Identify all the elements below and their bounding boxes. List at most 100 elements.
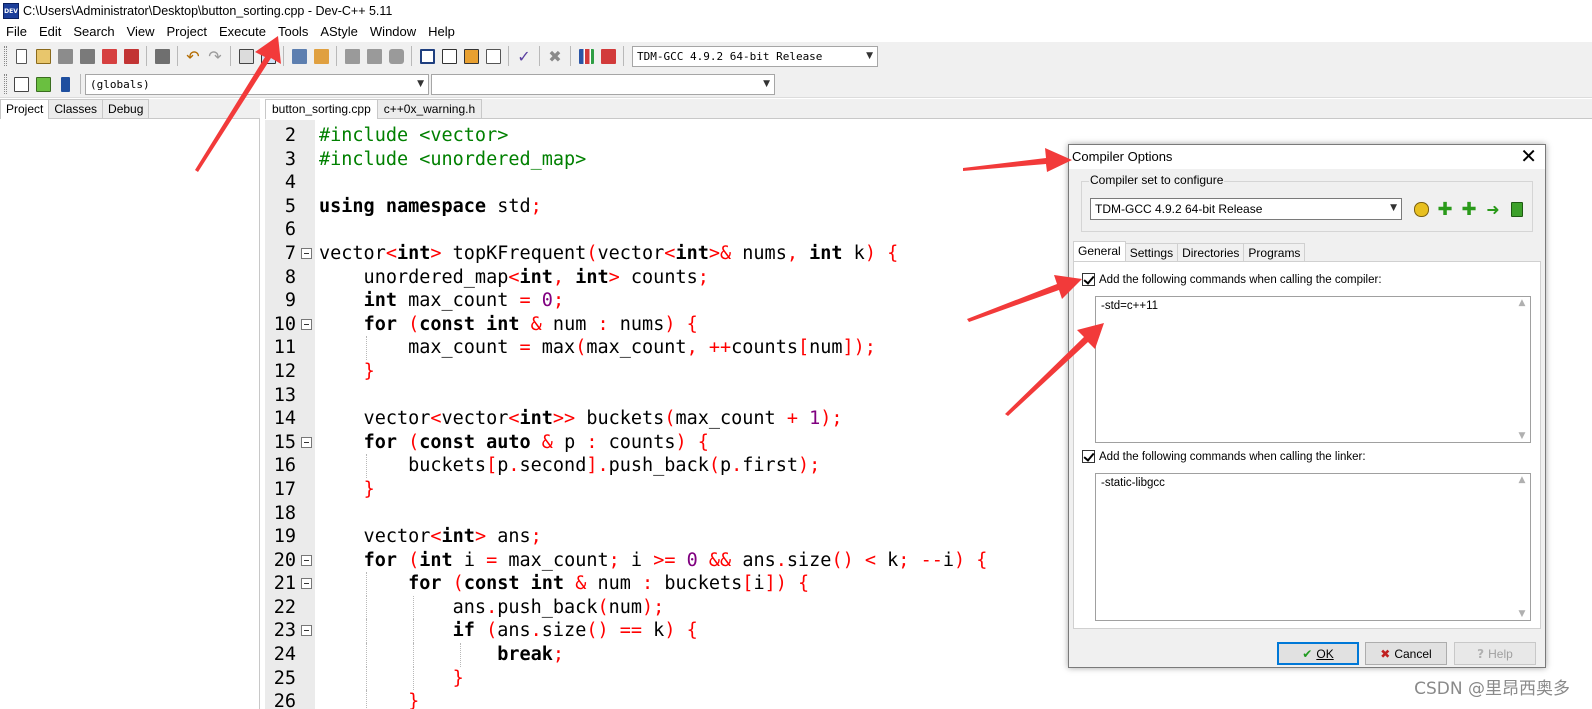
menu-astyle[interactable]: AStyle: [314, 22, 364, 42]
menu-help[interactable]: Help: [422, 22, 461, 42]
tab-debug[interactable]: Debug: [102, 99, 150, 118]
rename-compiler-button[interactable]: ➜: [1483, 199, 1503, 219]
print-button[interactable]: [152, 46, 172, 66]
code-token: }: [363, 360, 375, 382]
code-line[interactable]: 26 }: [274, 690, 1589, 709]
code-line[interactable]: 25 }: [274, 666, 1589, 691]
compiler-set-select[interactable]: TDM-GCC 4.9.2 64-bit Release ▼: [1090, 198, 1402, 220]
fold-toggle-icon[interactable]: [301, 578, 312, 590]
close-icon[interactable]: ✕: [1520, 146, 1537, 166]
code-token: ==: [619, 620, 643, 642]
goto-line-button[interactable]: [33, 74, 53, 94]
menu-tools[interactable]: Tools: [272, 22, 314, 42]
open-file-button[interactable]: [33, 46, 53, 66]
menu-execute[interactable]: Execute: [213, 22, 272, 42]
unindent-button[interactable]: [311, 46, 331, 66]
linker-commands-checkbox[interactable]: [1082, 450, 1095, 463]
code-token: ;: [552, 290, 565, 312]
add-compiler-button[interactable]: ✚: [1435, 199, 1455, 220]
code-token: {: [976, 549, 988, 571]
compiler-commands-checkbox[interactable]: [1082, 273, 1095, 286]
save-button[interactable]: [55, 46, 75, 66]
close-file-button[interactable]: [99, 46, 119, 66]
rename-arrow-icon: ➜: [1486, 199, 1500, 219]
tab-cpp0x-warning-h[interactable]: c++0x_warning.h: [376, 99, 483, 118]
menu-window[interactable]: Window: [364, 22, 422, 42]
syntax-check-button[interactable]: ✓: [514, 46, 534, 66]
tab-general[interactable]: General: [1073, 241, 1126, 261]
code-token: <: [430, 408, 442, 430]
compiler-commands-textarea[interactable]: -std=c++11 ▲ ▼: [1095, 296, 1531, 443]
member-select[interactable]: ▼: [431, 73, 775, 95]
rebuild-button[interactable]: [483, 46, 503, 66]
delete-compiler-button[interactable]: [1507, 199, 1527, 219]
compile-button[interactable]: [417, 46, 437, 66]
fold-toggle-icon[interactable]: [301, 625, 312, 637]
fold-toggle-icon[interactable]: [301, 318, 312, 330]
code-token: ++: [708, 337, 732, 359]
menu-edit[interactable]: Edit: [33, 22, 67, 42]
devcpp-app-icon[interactable]: DEV: [3, 3, 19, 19]
find-compilers-button[interactable]: [1411, 199, 1431, 219]
code-token: break: [497, 644, 553, 666]
scrollbar[interactable]: ▲ ▼: [1515, 475, 1529, 619]
goto-back-button[interactable]: [342, 46, 362, 66]
tab-button-sorting-cpp[interactable]: button_sorting.cpp: [265, 99, 378, 119]
close-all-button[interactable]: [121, 46, 141, 66]
menu-project[interactable]: Project: [161, 22, 213, 42]
replace-button[interactable]: [258, 46, 278, 66]
compiler-commands-check-row[interactable]: Add the following commands when calling …: [1082, 273, 1382, 286]
redo-icon: ↷: [208, 46, 222, 66]
toolbar-grip[interactable]: [4, 74, 7, 94]
editor-tabs: button_sorting.cpp c++0x_warning.h: [265, 99, 1592, 119]
code-token: [: [486, 455, 498, 477]
toolbar-grip[interactable]: [4, 46, 7, 66]
code-token: );: [642, 596, 665, 618]
tab-directories[interactable]: Directories: [1177, 243, 1245, 261]
fold-toggle-icon[interactable]: [301, 554, 312, 566]
stop-execution-button[interactable]: ✖: [545, 46, 565, 66]
run-button[interactable]: [439, 46, 459, 66]
ok-label: OK: [1316, 646, 1334, 661]
redo-button[interactable]: ↷: [205, 46, 225, 66]
compiler-set-value: TDM-GCC 4.9.2 64-bit Release: [1095, 202, 1263, 216]
find-button[interactable]: [236, 46, 256, 66]
menu-file[interactable]: File: [0, 22, 33, 42]
linker-commands-check-row[interactable]: Add the following commands when calling …: [1082, 450, 1366, 463]
insert-button[interactable]: [11, 74, 31, 94]
ok-button[interactable]: ✔ OK: [1277, 642, 1359, 665]
indent-button[interactable]: [289, 46, 309, 66]
project-browser[interactable]: [0, 119, 260, 709]
add-empty-compiler-button[interactable]: ✚: [1459, 199, 1479, 220]
new-file-button[interactable]: [11, 46, 31, 66]
save-all-button[interactable]: [77, 46, 97, 66]
menu-search[interactable]: Search: [67, 22, 120, 42]
tab-settings[interactable]: Settings: [1124, 243, 1179, 261]
line-number: 6: [284, 219, 296, 241]
scrollbar[interactable]: ▲ ▼: [1515, 298, 1529, 441]
indent-guide: [413, 666, 414, 691]
compile-run-button[interactable]: [461, 46, 481, 66]
tab-project[interactable]: Project: [0, 99, 50, 119]
fold-toggle-icon[interactable]: [301, 247, 312, 259]
delete-profile-button[interactable]: [598, 46, 618, 66]
linker-commands-textarea[interactable]: -static-libgcc ▲ ▼: [1095, 473, 1531, 621]
line-number: 17: [273, 478, 296, 500]
bookmark-button[interactable]: [386, 46, 406, 66]
tab-programs[interactable]: Programs: [1243, 243, 1306, 261]
scope-select[interactable]: (globals) ▼: [85, 73, 429, 95]
undo-button[interactable]: ↶: [183, 46, 203, 66]
menu-view[interactable]: View: [121, 22, 161, 42]
fold-toggle-icon[interactable]: [301, 436, 312, 448]
toggle-bookmark-button[interactable]: [55, 74, 75, 94]
code-token: :: [642, 573, 654, 595]
cancel-button[interactable]: ✖ Cancel: [1365, 642, 1447, 665]
compiler-select[interactable]: TDM-GCC 4.9.2 64-bit Release ▼: [632, 45, 878, 67]
tab-classes[interactable]: Classes: [48, 99, 104, 118]
profile-button[interactable]: [576, 46, 596, 66]
goto-forward-button[interactable]: [364, 46, 384, 66]
